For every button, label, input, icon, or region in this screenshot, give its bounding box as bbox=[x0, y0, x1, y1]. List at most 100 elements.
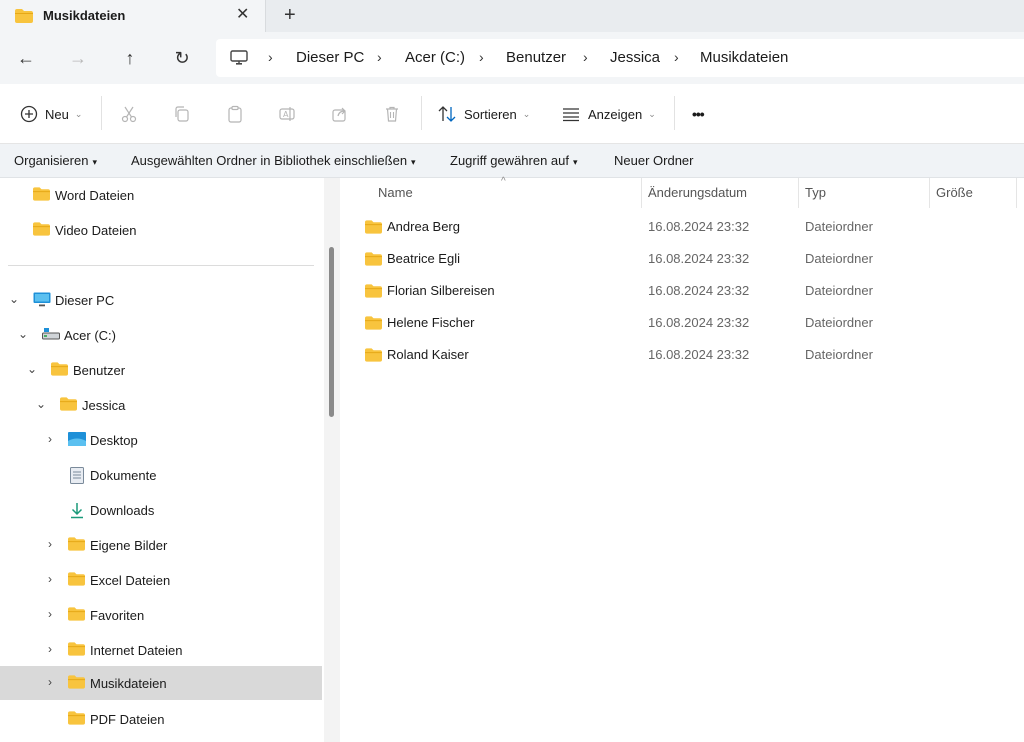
svg-text:A: A bbox=[283, 110, 289, 119]
copy-button[interactable] bbox=[171, 102, 193, 126]
include-in-library-menu[interactable]: Ausgewählten Ordner in Bibliothek einsch… bbox=[131, 153, 416, 168]
file-type: Dateiordner bbox=[805, 315, 873, 330]
sidebar-item-excel-dateien[interactable]: › Excel Dateien bbox=[0, 563, 322, 597]
table-row[interactable]: Beatrice Egli 16.08.2024 23:32 Dateiordn… bbox=[359, 244, 1019, 274]
table-row[interactable]: Andrea Berg 16.08.2024 23:32 Dateiordner bbox=[359, 212, 1019, 242]
sidebar-item-jessica[interactable]: ⌄ Jessica bbox=[0, 388, 322, 422]
column-header-date[interactable]: Änderungsdatum bbox=[648, 185, 747, 200]
command-bar: Neu ⌄ A Sortieren ⌄ Anzeigen ⌄ ••• bbox=[0, 84, 1024, 144]
sidebar-scrollbar-thumb[interactable] bbox=[329, 247, 334, 417]
breadcrumb-separator[interactable]: › bbox=[377, 49, 382, 65]
toolbar-divider bbox=[674, 96, 675, 130]
sidebar-item-benutzer[interactable]: ⌄ Benutzer bbox=[0, 353, 322, 387]
column-divider[interactable] bbox=[929, 178, 930, 208]
column-header-size[interactable]: Größe bbox=[936, 185, 973, 200]
scissors-icon bbox=[118, 103, 140, 125]
breadcrumb-separator[interactable]: › bbox=[479, 49, 484, 65]
sidebar-item-label: Dokumente bbox=[90, 468, 157, 483]
folder-icon bbox=[68, 572, 85, 589]
chevron-right-icon[interactable]: › bbox=[43, 572, 57, 586]
breadcrumb-separator[interactable]: › bbox=[583, 49, 588, 65]
sidebar-item-downloads[interactable]: Downloads bbox=[0, 493, 322, 527]
sidebar-item-video-dateien[interactable]: Video Dateien bbox=[0, 213, 322, 247]
sidebar-item-label: PDF Dateien bbox=[90, 712, 165, 727]
column-divider[interactable] bbox=[798, 178, 799, 208]
paste-button[interactable] bbox=[224, 102, 246, 126]
new-tab-button[interactable]: + bbox=[284, 4, 296, 26]
tab-bar: Musikdateien ✕ + bbox=[0, 0, 1024, 32]
sidebar-item-pdf-dateien[interactable]: PDF Dateien bbox=[0, 702, 322, 736]
breadcrumb-separator[interactable]: › bbox=[268, 49, 273, 65]
sidebar-item-acer-c[interactable]: ⌄ Acer (C:) bbox=[0, 318, 322, 352]
table-row[interactable]: Florian Silbereisen 16.08.2024 23:32 Dat… bbox=[359, 276, 1019, 306]
library-bar: Organisieren ▾ Ausgewählten Ordner in Bib… bbox=[0, 144, 1024, 178]
column-divider[interactable] bbox=[641, 178, 642, 208]
sidebar-item-desktop[interactable]: › Desktop bbox=[0, 423, 322, 457]
view-button-label: Anzeigen bbox=[588, 106, 643, 122]
breadcrumb-separator[interactable]: › bbox=[674, 49, 679, 65]
breadcrumb-benutzer[interactable]: Benutzer bbox=[506, 49, 566, 66]
sort-arrows-icon bbox=[436, 103, 458, 125]
sidebar-item-word-dateien[interactable]: Word Dateien bbox=[0, 178, 322, 212]
table-row[interactable]: Helene Fischer 16.08.2024 23:32 Dateiord… bbox=[359, 308, 1019, 338]
sidebar-item-eigene-bilder[interactable]: › Eigene Bilder bbox=[0, 528, 322, 562]
close-icon[interactable]: ✕ bbox=[236, 6, 249, 24]
tab-musikdateien[interactable]: Musikdateien ✕ bbox=[0, 0, 266, 32]
chevron-right-icon[interactable]: › bbox=[43, 675, 57, 689]
caret-down-icon: ▾ bbox=[92, 157, 97, 167]
grant-access-menu[interactable]: Zugriff gewähren auf ▾ bbox=[450, 153, 578, 168]
table-row[interactable]: Roland Kaiser 16.08.2024 23:32 Dateiordn… bbox=[359, 340, 1019, 370]
rename-button[interactable]: A bbox=[276, 102, 298, 126]
new-folder-button[interactable]: Neuer Ordner bbox=[614, 153, 693, 168]
sidebar-item-internet-dateien[interactable]: › Internet Dateien bbox=[0, 633, 322, 667]
file-name: Beatrice Egli bbox=[387, 251, 460, 266]
rename-icon: A bbox=[276, 103, 298, 125]
sort-ascending-icon: ^ bbox=[501, 176, 506, 187]
chevron-down-icon[interactable]: ⌄ bbox=[25, 362, 39, 376]
view-button[interactable]: Anzeigen ⌄ bbox=[560, 102, 656, 126]
sidebar-item-dokumente[interactable]: Dokumente bbox=[0, 458, 322, 492]
breadcrumb-acer[interactable]: Acer (C:) bbox=[405, 49, 465, 66]
column-divider[interactable] bbox=[1016, 178, 1017, 208]
chevron-down-icon[interactable]: ⌄ bbox=[16, 327, 30, 341]
folder-icon bbox=[365, 316, 382, 333]
chevron-down-icon[interactable]: ⌄ bbox=[7, 292, 21, 306]
toolbar-divider bbox=[421, 96, 422, 130]
refresh-button[interactable]: ↻ bbox=[170, 46, 194, 70]
cut-button[interactable] bbox=[118, 102, 140, 126]
breadcrumb-dieser-pc[interactable]: Dieser PC bbox=[296, 49, 364, 66]
navigation-pane: Word Dateien Video Dateien ⌄ Dieser PC ⌄… bbox=[0, 178, 324, 742]
delete-button[interactable] bbox=[381, 102, 403, 126]
address-bar[interactable]: › Dieser PC › Acer (C:) › Benutzer › Jes… bbox=[216, 39, 1024, 77]
sidebar-item-label: Word Dateien bbox=[55, 188, 135, 203]
chevron-right-icon[interactable]: › bbox=[43, 607, 57, 621]
up-button[interactable]: ↑ bbox=[118, 46, 142, 70]
sidebar-item-dieser-pc[interactable]: ⌄ Dieser PC bbox=[0, 283, 322, 317]
more-options-button[interactable]: ••• bbox=[692, 102, 705, 126]
organize-menu[interactable]: Organisieren ▾ bbox=[14, 153, 97, 168]
back-button[interactable]: ← bbox=[14, 46, 38, 70]
sidebar-item-musikdateien[interactable]: › Musikdateien bbox=[0, 666, 322, 700]
forward-button[interactable]: → bbox=[66, 46, 90, 70]
file-date: 16.08.2024 23:32 bbox=[648, 251, 750, 266]
column-header-type[interactable]: Typ bbox=[805, 185, 826, 200]
breadcrumb-musikdateien[interactable]: Musikdateien bbox=[700, 49, 788, 66]
file-name: Florian Silbereisen bbox=[387, 283, 495, 298]
share-button[interactable] bbox=[329, 102, 351, 126]
folder-icon bbox=[68, 642, 85, 659]
folder-icon bbox=[68, 537, 85, 554]
column-header-name[interactable]: Name bbox=[378, 185, 413, 200]
new-button[interactable]: Neu ⌄ bbox=[18, 102, 82, 126]
sidebar-item-favoriten[interactable]: › Favoriten bbox=[0, 598, 322, 632]
chevron-right-icon[interactable]: › bbox=[43, 537, 57, 551]
folder-icon bbox=[68, 675, 85, 692]
list-view-icon bbox=[560, 103, 582, 125]
monitor-icon[interactable] bbox=[230, 50, 248, 69]
sort-button[interactable]: Sortieren ⌄ bbox=[436, 102, 530, 126]
chevron-down-icon[interactable]: ⌄ bbox=[34, 397, 48, 411]
include-library-label: Ausgewählten Ordner in Bibliothek einsch… bbox=[131, 153, 408, 168]
chevron-right-icon[interactable]: › bbox=[43, 432, 57, 446]
breadcrumb-jessica[interactable]: Jessica bbox=[610, 49, 660, 66]
drive-icon bbox=[42, 327, 60, 344]
chevron-right-icon[interactable]: › bbox=[43, 642, 57, 656]
